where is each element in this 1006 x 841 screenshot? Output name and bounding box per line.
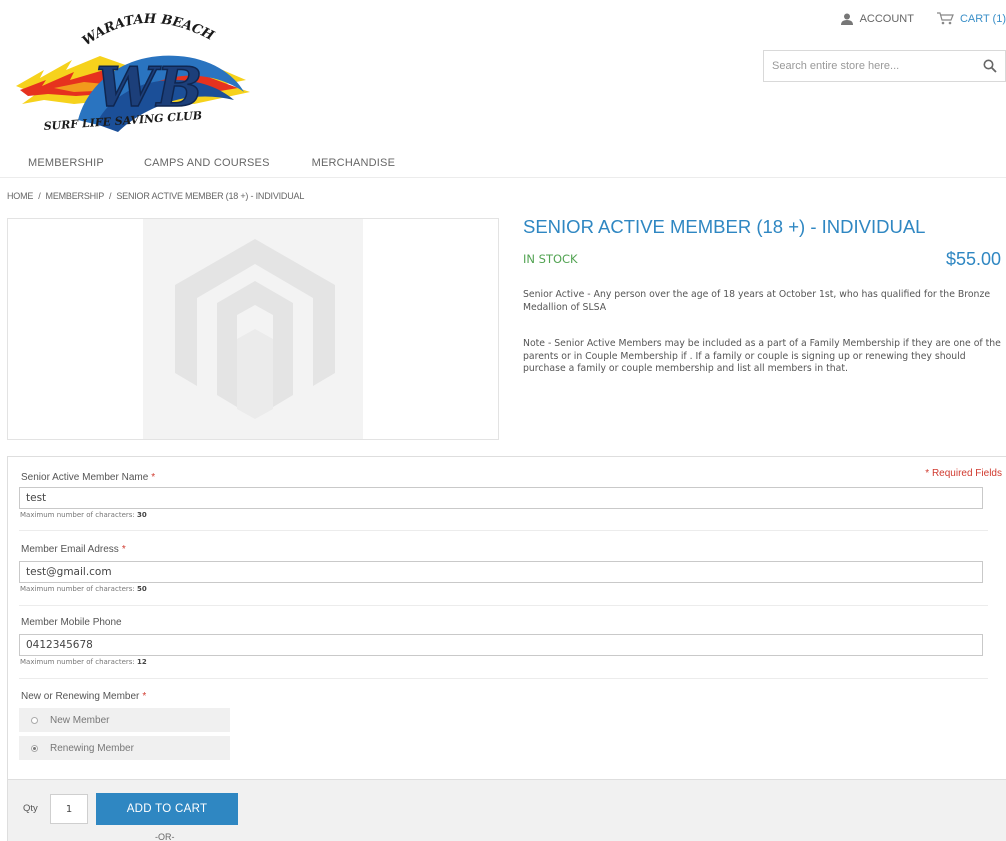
nav-divider: [0, 177, 1006, 178]
svg-text:WARATAH BEACH: WARATAH BEACH: [80, 12, 217, 49]
max-chars-value: 50: [137, 585, 147, 593]
account-label: ACCOUNT: [859, 12, 914, 25]
max-chars-note: Maximum number of characters: 30: [20, 511, 147, 519]
member-phone-field-box: [19, 634, 983, 656]
site-logo[interactable]: WB WARATAH BEACH SURF LIFE SAVING CLUB: [14, 8, 254, 138]
club-logo-graphic: WB WARATAH BEACH SURF LIFE SAVING CLUB: [16, 12, 250, 133]
member-phone-label: Member Mobile Phone: [21, 617, 122, 628]
search-input[interactable]: [764, 51, 964, 81]
product-description: Senior Active - Any person over the age …: [523, 289, 991, 313]
logo-top-text: WARATAH BEACH: [80, 12, 217, 49]
field-divider: [19, 530, 988, 531]
max-chars-value: 12: [137, 658, 147, 666]
qty-field-box: [50, 794, 88, 824]
radio-label: New Member: [50, 714, 110, 726]
member-name-field-box: [19, 487, 983, 509]
qty-input[interactable]: [51, 795, 87, 823]
max-chars-label: Maximum number of characters:: [20, 585, 135, 593]
cart-link[interactable]: CART (1): [936, 12, 1006, 25]
max-chars-label: Maximum number of characters:: [20, 511, 135, 519]
or-separator: -OR-: [155, 832, 175, 841]
breadcrumb-home[interactable]: HOME: [7, 191, 33, 201]
max-chars-label: Maximum number of characters:: [20, 658, 135, 666]
search-icon[interactable]: [983, 59, 997, 73]
user-icon: [840, 13, 853, 25]
breadcrumb: HOME / MEMBERSHIP / SENIOR ACTIVE MEMBER (18…: [7, 191, 304, 201]
field-label-text: Member Mobile Phone: [21, 617, 122, 628]
radio-button-selected[interactable]: [31, 744, 38, 752]
max-chars-note: Maximum number of characters: 12: [20, 658, 147, 666]
member-name-input[interactable]: [20, 488, 982, 508]
product-note: Note - Senior Active Members may be incl…: [523, 338, 1001, 374]
placeholder-logo-icon: [175, 239, 335, 419]
breadcrumb-separator: /: [109, 191, 112, 201]
search-box: [763, 50, 1006, 82]
member-email-label: Member Email Adress *: [21, 544, 126, 555]
nav-item-membership[interactable]: MEMBERSHIP: [28, 157, 104, 169]
radio-label: Renewing Member: [50, 742, 134, 754]
member-name-label: Senior Active Member Name *: [21, 472, 155, 483]
cart-icon: [936, 12, 954, 25]
member-email-input[interactable]: [20, 562, 982, 582]
add-to-cart-button[interactable]: ADD TO CART: [96, 793, 238, 825]
nav-item-merchandise[interactable]: MERCHANDISE: [312, 157, 396, 169]
product-title: SENIOR ACTIVE MEMBER (18 +) - INDIVIDUAL: [523, 216, 926, 237]
breadcrumb-separator: /: [38, 191, 41, 201]
max-chars-value: 30: [137, 511, 147, 519]
field-divider: [19, 678, 988, 679]
field-label-text: Member Email Adress: [21, 544, 119, 555]
breadcrumb-current: SENIOR ACTIVE MEMBER (18 +) - INDIVIDUAL: [116, 191, 305, 201]
radio-option-new-member[interactable]: New Member: [19, 708, 230, 732]
field-label-text: Senior Active Member Name: [21, 472, 149, 483]
product-image: [7, 218, 499, 440]
cart-label: CART (1): [959, 12, 1006, 25]
required-fields-note: * Required Fields: [925, 468, 1002, 479]
account-link[interactable]: ACCOUNT: [840, 13, 914, 25]
qty-label: Qty: [23, 803, 38, 814]
radio-button[interactable]: [31, 716, 38, 724]
required-marker: *: [151, 472, 156, 483]
stock-status: IN STOCK: [523, 252, 578, 266]
field-label-text: New or Renewing Member: [21, 691, 140, 702]
radio-option-renewing-member[interactable]: Renewing Member: [19, 736, 230, 760]
main-nav: MEMBERSHIP CAMPS AND COURSES MERCHANDISE: [28, 157, 395, 169]
required-marker: *: [121, 544, 126, 555]
required-marker: *: [142, 691, 147, 702]
breadcrumb-membership[interactable]: MEMBERSHIP: [46, 191, 105, 201]
max-chars-note: Maximum number of characters: 50: [20, 585, 147, 593]
field-divider: [19, 605, 988, 606]
member-type-label: New or Renewing Member *: [21, 691, 146, 702]
member-email-field-box: [19, 561, 983, 583]
member-phone-input[interactable]: [20, 635, 982, 655]
product-price: $55.00: [946, 249, 1002, 269]
header-links: ACCOUNT CART (1): [840, 12, 1006, 25]
nav-item-camps-and-courses[interactable]: CAMPS AND COURSES: [144, 157, 270, 169]
